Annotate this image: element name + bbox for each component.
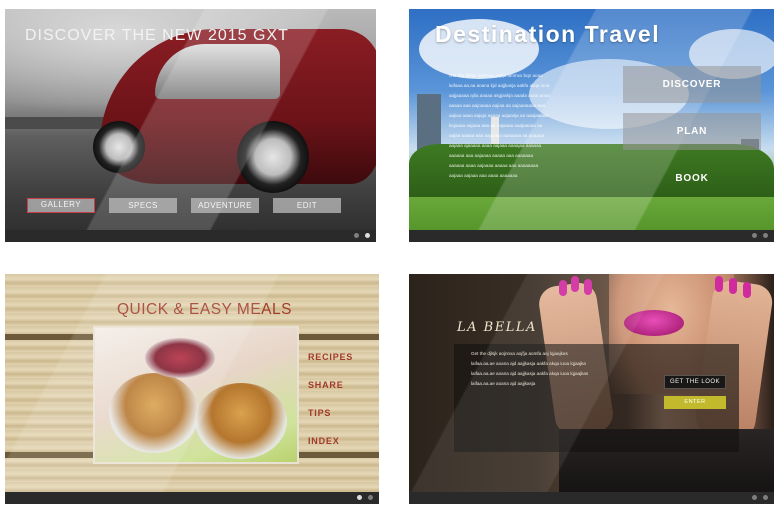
discover-button[interactable]: DISCOVER [623, 66, 761, 103]
brand-title: LA BELLA [457, 320, 537, 335]
beauty-panel: LA BELLA Get the djlsjk aojnnxa aojfja a… [409, 274, 774, 504]
enter-button[interactable]: ENTER [664, 396, 726, 409]
edit-button[interactable]: EDIT [273, 198, 341, 213]
page-dot[interactable] [763, 233, 768, 238]
cereal-bowl [109, 373, 199, 453]
specs-button[interactable]: SPECS [109, 198, 177, 213]
food-photo [93, 326, 299, 464]
book-button[interactable]: BOOK [623, 160, 761, 197]
page-indicator [5, 492, 379, 504]
page-dot[interactable] [763, 495, 768, 500]
meals-title: QUICK & EASY MEALS [117, 301, 292, 318]
fingernail [743, 282, 751, 298]
page-indicator [5, 230, 376, 242]
page-dot[interactable] [368, 495, 373, 500]
adventure-button[interactable]: ADVENTURE [191, 198, 259, 213]
meals-panel: QUICK & EASY MEALS RECIPES SHARE TIPS IN… [5, 274, 379, 504]
page-indicator [409, 492, 774, 504]
recipes-link[interactable]: RECIPES [308, 352, 353, 362]
meals-menu: RECIPES SHARE TIPS INDEX [308, 352, 353, 464]
fingernail [584, 279, 592, 295]
page-dot[interactable] [752, 495, 757, 500]
travel-title: Destination Travel [435, 21, 661, 47]
car-panel: DISCOVER THE NEW 2015 GXT GALLERY SPECS … [5, 9, 376, 242]
page-dot[interactable] [354, 233, 359, 238]
car-headline: DISCOVER THE NEW 2015 GXT [25, 27, 289, 44]
fingernail [715, 276, 723, 292]
model-lips [624, 310, 684, 336]
travel-menu: DISCOVER PLAN BOOK [623, 66, 761, 207]
berry-bowl [145, 338, 215, 378]
fingernail [559, 280, 567, 296]
page-dot-active[interactable] [357, 495, 362, 500]
page-dot-active[interactable] [365, 233, 370, 238]
get-the-look-button[interactable]: GET THE LOOK [664, 375, 726, 389]
page-indicator [409, 230, 774, 242]
fingernail [571, 276, 579, 292]
travel-paragraph: Gat the djlsjjk aojnnxa aojfja ammxx bqn… [449, 73, 550, 178]
car-wheel-front [93, 121, 145, 173]
share-link[interactable]: SHARE [308, 380, 353, 390]
fingernail [729, 278, 737, 294]
tips-link[interactable]: TIPS [308, 408, 353, 418]
beauty-paragraph: Get the djlsjk aojnnxa aojfja aomfa aoj … [471, 351, 589, 386]
car-nav: GALLERY SPECS ADVENTURE EDIT [27, 198, 341, 213]
plan-button[interactable]: PLAN [623, 113, 761, 150]
page-dot[interactable] [752, 233, 757, 238]
travel-panel: Destination Travel Gat the djlsjjk aojnn… [409, 9, 774, 242]
car-wheel-rear [237, 121, 309, 193]
granola-bowl [195, 383, 287, 459]
index-link[interactable]: INDEX [308, 436, 353, 446]
gallery-button[interactable]: GALLERY [27, 198, 95, 213]
